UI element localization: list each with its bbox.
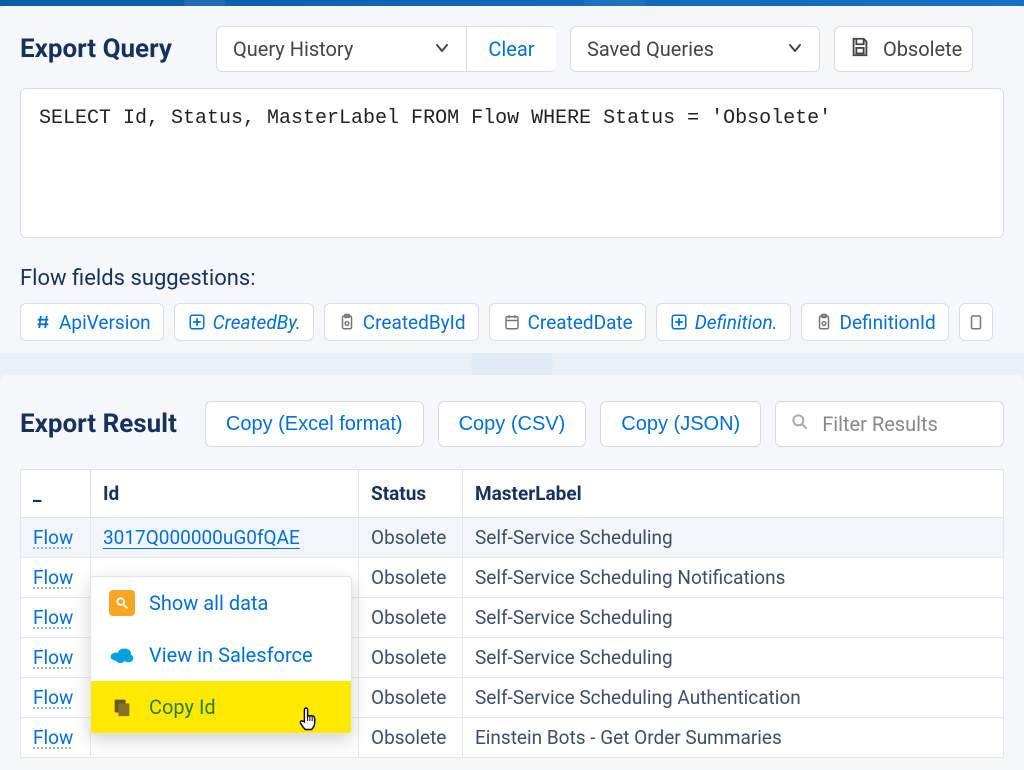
chevron-down-icon [434, 37, 450, 61]
chip-label: CreatedDate [528, 311, 633, 334]
clear-button[interactable]: Clear [466, 26, 556, 72]
cell-masterlabel: Self-Service Scheduling Notifications [463, 558, 1004, 598]
export-result-title: Export Result [20, 409, 177, 439]
clipboard-icon [337, 312, 357, 332]
export-query-toolbar: Export Query Query History Clear Saved Q… [20, 26, 1004, 72]
filter-results-input[interactable]: Filter Results [775, 401, 1004, 447]
chip-label: CreatedBy. [213, 311, 301, 334]
copy-excel-label: Copy (Excel format) [226, 413, 403, 436]
cell-masterlabel: Self-Service Scheduling [463, 638, 1004, 678]
cell-masterlabel: Self-Service Scheduling [463, 598, 1004, 638]
object-type-link[interactable]: Flow [33, 526, 73, 549]
cell-status: Obsolete [359, 558, 463, 598]
record-id-link[interactable]: 3017Q000000uG0fQAE [103, 526, 300, 549]
menu-item-label: View in Salesforce [149, 643, 313, 667]
chevron-down-icon [787, 37, 803, 61]
cell-status: Obsolete [359, 718, 463, 758]
cell-status: Obsolete [359, 678, 463, 718]
calendar-icon [502, 312, 522, 332]
clipboard-icon [966, 312, 986, 332]
object-type-link[interactable]: Flow [33, 606, 73, 629]
cell-masterlabel: Self-Service Scheduling Authentication [463, 678, 1004, 718]
clipboard-icon [814, 312, 834, 332]
copy-csv-label: Copy (CSV) [459, 413, 566, 436]
add-relation-icon [187, 312, 207, 332]
copy-csv-button[interactable]: Copy (CSV) [438, 401, 587, 447]
table-row[interactable]: Flow 3017Q000000uG0fQAE ObsoleteSelf-Servi… [21, 518, 1004, 558]
app-topbar [0, 0, 1024, 6]
query-history-label: Query History [233, 37, 353, 61]
saved-queries-dropdown[interactable]: Saved Queries [570, 26, 820, 72]
chip-more[interactable] [959, 303, 993, 341]
save-icon [849, 36, 871, 63]
chip-label: DefinitionId [840, 311, 936, 334]
query-input[interactable] [20, 88, 1004, 238]
cell-masterlabel: Self-Service Scheduling [463, 518, 1004, 558]
menu-item-label: Show all data [149, 591, 268, 615]
add-relation-icon [669, 312, 689, 332]
copy-excel-button[interactable]: Copy (Excel format) [205, 401, 424, 447]
filter-placeholder: Filter Results [822, 412, 938, 436]
chip-label: CreatedById [363, 311, 466, 334]
copy-icon [109, 694, 135, 720]
table-header-row: _ Id Status MasterLabel [21, 470, 1004, 518]
copy-json-label: Copy (JSON) [621, 413, 740, 436]
chip-definitionid[interactable]: DefinitionId [801, 303, 949, 341]
clear-label: Clear [488, 37, 534, 61]
menu-item-label: Copy Id [149, 695, 216, 719]
query-history-dropdown[interactable]: Query History [216, 26, 466, 72]
export-query-panel: Export Query Query History Clear Saved Q… [0, 6, 1024, 353]
chip-apiversion[interactable]: ApiVersion [20, 303, 164, 341]
chip-createddate[interactable]: CreatedDate [489, 303, 646, 341]
col-id[interactable]: Id [91, 470, 359, 518]
chip-createdby[interactable]: CreatedBy. [174, 303, 314, 341]
hash-icon [33, 312, 53, 332]
col-masterlabel[interactable]: MasterLabel [463, 470, 1004, 518]
object-type-link[interactable]: Flow [33, 646, 73, 669]
object-type-link[interactable]: Flow [33, 566, 73, 589]
search-icon [790, 412, 810, 437]
cell-status: Obsolete [359, 638, 463, 678]
chip-label: Definition. [695, 311, 778, 334]
copy-json-button[interactable]: Copy (JSON) [600, 401, 761, 447]
query-history-group: Query History Clear [216, 26, 556, 72]
cell-masterlabel: Einstein Bots - Get Order Summaries [463, 718, 1004, 758]
salesforce-cloud-icon [109, 642, 135, 668]
suggestions-heading: Flow fields suggestions: [20, 266, 1004, 291]
col-status[interactable]: Status [359, 470, 463, 518]
export-result-toolbar: Export Result Copy (Excel format) Copy (… [20, 401, 1004, 447]
saved-queries-label: Saved Queries [587, 37, 714, 61]
object-type-link[interactable]: Flow [33, 726, 73, 749]
col-type[interactable]: _ [21, 470, 91, 518]
menu-item-show-all-data[interactable]: Show all data [91, 577, 351, 629]
panel-separator [0, 353, 1024, 375]
object-type-link[interactable]: Flow [33, 686, 73, 709]
chip-label: ApiVersion [59, 311, 151, 334]
saved-query-name[interactable]: Obsolete [834, 26, 973, 72]
suggestions-row: ApiVersion CreatedBy. CreatedById Create… [20, 303, 1004, 341]
saved-query-name-text: Obsolete [883, 37, 962, 61]
menu-item-copy-id[interactable]: Copy Id [91, 681, 351, 733]
chip-definition[interactable]: Definition. [656, 303, 791, 341]
magnify-icon [109, 590, 135, 616]
cell-status: Obsolete [359, 598, 463, 638]
export-query-title: Export Query [20, 34, 172, 64]
row-context-menu: Show all data View in Salesforce Copy Id [90, 576, 352, 734]
chip-createdbyid[interactable]: CreatedById [324, 303, 479, 341]
menu-item-view-in-salesforce[interactable]: View in Salesforce [91, 629, 351, 681]
cell-status: Obsolete [359, 518, 463, 558]
